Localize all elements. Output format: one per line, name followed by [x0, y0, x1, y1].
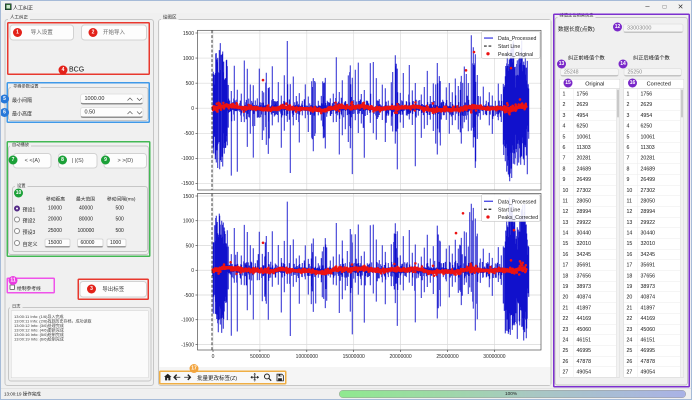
svg-text:0: 0 — [212, 354, 215, 360]
svg-text:Peaks_Original: Peaks_Original — [498, 52, 533, 58]
svg-text:10000000: 10000000 — [296, 354, 318, 360]
svg-text:-1000: -1000 — [181, 318, 194, 324]
svg-text:-500: -500 — [184, 131, 194, 137]
svg-text:-1500: -1500 — [181, 181, 194, 187]
svg-text:500: 500 — [186, 81, 195, 87]
svg-text:1500: 1500 — [183, 194, 194, 200]
svg-text:1000: 1000 — [183, 56, 194, 62]
svg-text:500: 500 — [186, 243, 195, 249]
svg-text:30000000: 30000000 — [483, 354, 505, 360]
svg-text:20000000: 20000000 — [389, 354, 411, 360]
svg-text:0: 0 — [191, 268, 194, 274]
svg-text:1500: 1500 — [183, 31, 194, 37]
svg-text:-500: -500 — [184, 293, 194, 299]
svg-text:Data_Processed: Data_Processed — [498, 199, 536, 205]
svg-text:Data_Processed: Data_Processed — [498, 36, 536, 42]
svg-text:-1000: -1000 — [181, 156, 194, 162]
svg-text:5000000: 5000000 — [250, 354, 270, 360]
svg-text:0: 0 — [191, 106, 194, 112]
svg-text:-1500: -1500 — [181, 342, 194, 348]
svg-text:Peaks_Corrected: Peaks_Corrected — [498, 215, 538, 221]
svg-text:1000: 1000 — [183, 219, 194, 225]
svg-text:25000000: 25000000 — [436, 354, 458, 360]
svg-text:Start Line: Start Line — [498, 44, 520, 50]
svg-text:15000000: 15000000 — [343, 354, 365, 360]
svg-text:Start Line: Start Line — [498, 207, 520, 213]
